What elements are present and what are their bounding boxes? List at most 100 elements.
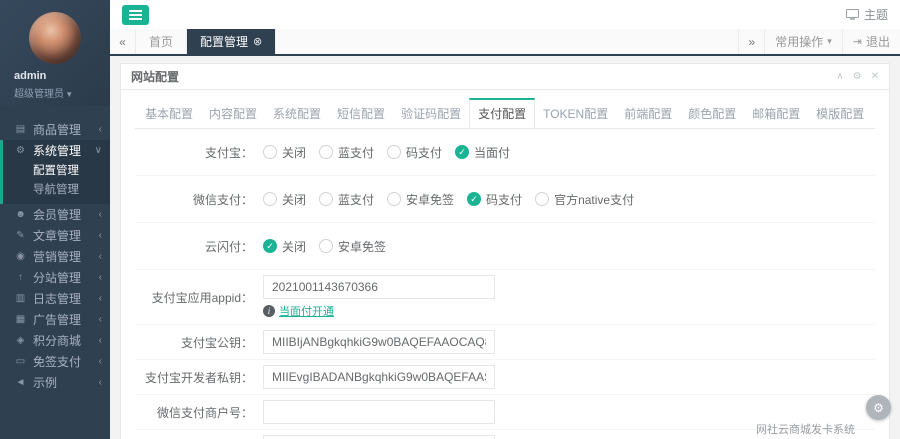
gear-icon: ⚙ [13, 145, 28, 156]
radio-option[interactable]: 关闭 [263, 144, 306, 161]
sidebar-item-demo[interactable]: ◄示例‹ [3, 372, 110, 393]
config-tab[interactable]: TOKEN配置 [535, 98, 616, 129]
radio-label: 安卓免签 [338, 238, 386, 255]
common-operations-dropdown[interactable]: 常用操作▾ [764, 29, 842, 54]
radio-option[interactable]: 码支付 [387, 144, 442, 161]
text-input[interactable] [263, 435, 495, 439]
app-root: admin 超级管理员▾ ▤商品管理‹⚙系统管理∨配置管理导航管理☻会员管理‹✎… [0, 0, 900, 439]
close-icon[interactable]: ✕ [871, 71, 879, 82]
sidebar-item-marketing[interactable]: ◉营销管理‹ [3, 246, 110, 267]
side-menu: ▤商品管理‹⚙系统管理∨配置管理导航管理☻会员管理‹✎文章管理‹◉营销管理‹↑分… [0, 119, 110, 393]
help-line: i 当面付开通 [263, 303, 334, 319]
chevron-left-icon: ‹ [99, 377, 102, 388]
config-tabs: 基本配置内容配置系统配置短信配置验证码配置支付配置TOKEN配置前端配置颜色配置… [135, 98, 875, 129]
theme-button[interactable]: 主题 [846, 6, 888, 23]
scroll-tabs-left-button[interactable]: « [110, 29, 136, 54]
radio-option[interactable]: 关闭 [263, 191, 306, 208]
radio-option[interactable]: 安卓免签 [319, 238, 386, 255]
radio-label: 关闭 [282, 144, 306, 161]
config-tab[interactable]: 短信配置 [329, 98, 393, 129]
radio-checked-icon: ✓ [263, 239, 277, 253]
config-tab[interactable]: 模版配置 [808, 98, 872, 129]
top-header: 主题 [110, 0, 900, 29]
radio-icon [387, 145, 401, 159]
scroll-tabs-right-button[interactable]: » [738, 29, 764, 54]
form-label: 支付宝开发者私钥： [135, 369, 253, 386]
form-row: 支付宝应用appid： i 当面付开通 [135, 270, 875, 325]
form-control: 关闭蓝支付安卓免签 ✓码支付官方native支付 [263, 187, 647, 211]
page-tab[interactable]: 配置管理⊗ [187, 29, 276, 54]
radio-option[interactable]: ✓当面付 [455, 144, 510, 161]
text-input[interactable] [263, 400, 495, 424]
sidebar-item-label: 系统管理 [33, 142, 81, 159]
form-control: 关闭蓝支付 码支付 ✓当面付 [263, 140, 523, 164]
sidebar-item-points-mall[interactable]: ◈积分商城‹ [3, 330, 110, 351]
sidebar-group-substation: ↑分站管理‹ [0, 267, 110, 288]
radio-label: 码支付 [406, 144, 442, 161]
sidebar-item-ads[interactable]: ▦广告管理‹ [3, 309, 110, 330]
form-label: 支付宝应用appid： [135, 289, 253, 306]
config-tab[interactable]: 邮箱配置 [744, 98, 808, 129]
sidebar-item-substation[interactable]: ↑分站管理‹ [3, 267, 110, 288]
config-tab[interactable]: 支付配置 [469, 98, 535, 129]
sidebar-submenu: 配置管理导航管理 [3, 161, 110, 204]
radio-option[interactable]: 安卓免签 [387, 191, 454, 208]
sidebar-item-label: 免签支付 [33, 353, 81, 370]
config-tab[interactable]: WAP模版 [872, 98, 875, 129]
image-icon: ▦ [13, 314, 28, 325]
tab-close-icon[interactable]: ⊗ [253, 35, 262, 48]
config-tab[interactable]: 基本配置 [137, 98, 201, 129]
scroll-left-icon: « [119, 35, 126, 49]
chevron-left-icon: ‹ [99, 272, 102, 283]
sidebar-group-logs: ▥日志管理‹ [0, 288, 110, 309]
wrench-icon[interactable]: ⚙ [853, 71, 862, 82]
user-role-dropdown[interactable]: 超级管理员▾ [0, 85, 110, 100]
form-control [263, 365, 495, 389]
radio-icon [319, 239, 333, 253]
config-tab[interactable]: 颜色配置 [680, 98, 744, 129]
collapse-icon[interactable]: ∧ [836, 71, 843, 82]
sidebar-item-goods[interactable]: ▤商品管理‹ [3, 119, 110, 140]
sidebar-group-marketing: ◉营销管理‹ [0, 246, 110, 267]
payment-config-form: 支付宝：关闭蓝支付码支付✓当面付微信支付：关闭蓝支付安卓免签✓码支付官方nati… [135, 129, 875, 439]
content-area: 网站配置 ∧ ⚙ ✕ 基本配置内容配置系统配置短信配置验证码配置支付配置TOKE… [110, 56, 900, 439]
chevron-left-icon: ‹ [99, 251, 102, 262]
settings-fab-button[interactable]: ⚙ [866, 395, 891, 420]
info-icon: i [263, 305, 275, 317]
radio-checked-icon: ✓ [467, 192, 481, 206]
chevron-left-icon: ‹ [99, 335, 102, 346]
page-tab[interactable]: 首页 [136, 29, 187, 54]
config-tab[interactable]: 前端配置 [616, 98, 680, 129]
sidebar-item-system[interactable]: ⚙系统管理∨ [3, 140, 110, 161]
radio-option[interactable]: 蓝支付 [319, 191, 374, 208]
sidebar-subitem[interactable]: 导航管理 [3, 181, 110, 200]
form-row: 支付宝公钥： [135, 325, 875, 360]
sidebar-item-free-pay[interactable]: ▭免签支付‹ [3, 351, 110, 372]
help-link[interactable]: 当面付开通 [279, 303, 334, 319]
sidebar-group-points-mall: ◈积分商城‹ [0, 330, 110, 351]
sidebar-item-label: 文章管理 [33, 227, 81, 244]
sidebar-item-members[interactable]: ☻会员管理‹ [3, 204, 110, 225]
main-area: 主题 « 首页配置管理⊗ » 常用操作▾ ⇥退出 网站配置 ∧ ⚙ ✕ [110, 0, 900, 439]
config-tab[interactable]: 验证码配置 [393, 98, 469, 129]
pencil-icon: ✎ [13, 230, 28, 241]
radio-option[interactable]: ✓关闭 [263, 238, 306, 255]
logout-button[interactable]: ⇥退出 [842, 29, 900, 54]
chevron-left-icon: ‹ [99, 293, 102, 304]
sidebar-item-articles[interactable]: ✎文章管理‹ [3, 225, 110, 246]
text-input[interactable] [263, 365, 495, 389]
radio-option[interactable]: 官方native支付 [535, 191, 634, 208]
radio-label: 关闭 [282, 191, 306, 208]
config-tab[interactable]: 系统配置 [265, 98, 329, 129]
sidebar-subitem[interactable]: 配置管理 [3, 162, 110, 181]
sidebar-item-logs[interactable]: ▥日志管理‹ [3, 288, 110, 309]
menu-toggle-button[interactable] [122, 5, 149, 25]
radio-option[interactable]: ✓码支付 [467, 191, 522, 208]
config-tab[interactable]: 内容配置 [201, 98, 265, 129]
radio-option[interactable]: 蓝支付 [319, 144, 374, 161]
card-icon: ▭ [13, 356, 28, 367]
text-input[interactable] [263, 330, 495, 354]
form-row: 微信支付商户号： [135, 395, 875, 430]
text-input[interactable] [263, 275, 495, 299]
radio-icon [387, 192, 401, 206]
